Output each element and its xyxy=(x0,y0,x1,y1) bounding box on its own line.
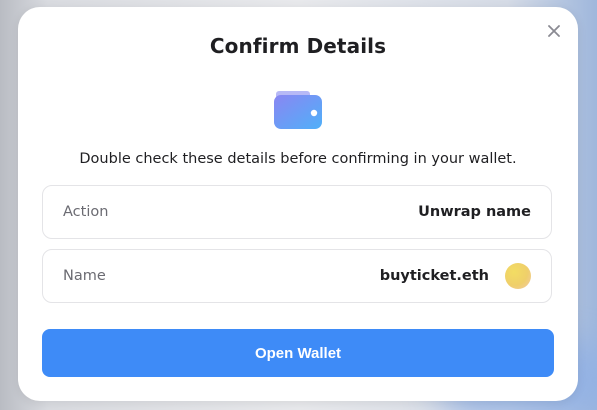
detail-value: Unwrap name xyxy=(418,204,531,220)
detail-label: Name xyxy=(63,268,106,284)
avatar xyxy=(505,263,531,289)
wallet-icon xyxy=(274,91,322,129)
detail-row-action: Action Unwrap name xyxy=(42,185,552,239)
modal-title: Confirm Details xyxy=(209,34,387,58)
detail-row-name: Name buyticket.eth xyxy=(42,249,552,303)
confirm-details-modal: Confirm Details Double check these detai… xyxy=(18,7,578,401)
detail-label: Action xyxy=(63,204,109,220)
name-value-group: buyticket.eth xyxy=(380,263,531,289)
detail-value: buyticket.eth xyxy=(379,268,489,284)
modal-subtitle: Double check these details before confir… xyxy=(79,151,517,167)
open-wallet-button[interactable]: Open Wallet xyxy=(42,329,554,377)
